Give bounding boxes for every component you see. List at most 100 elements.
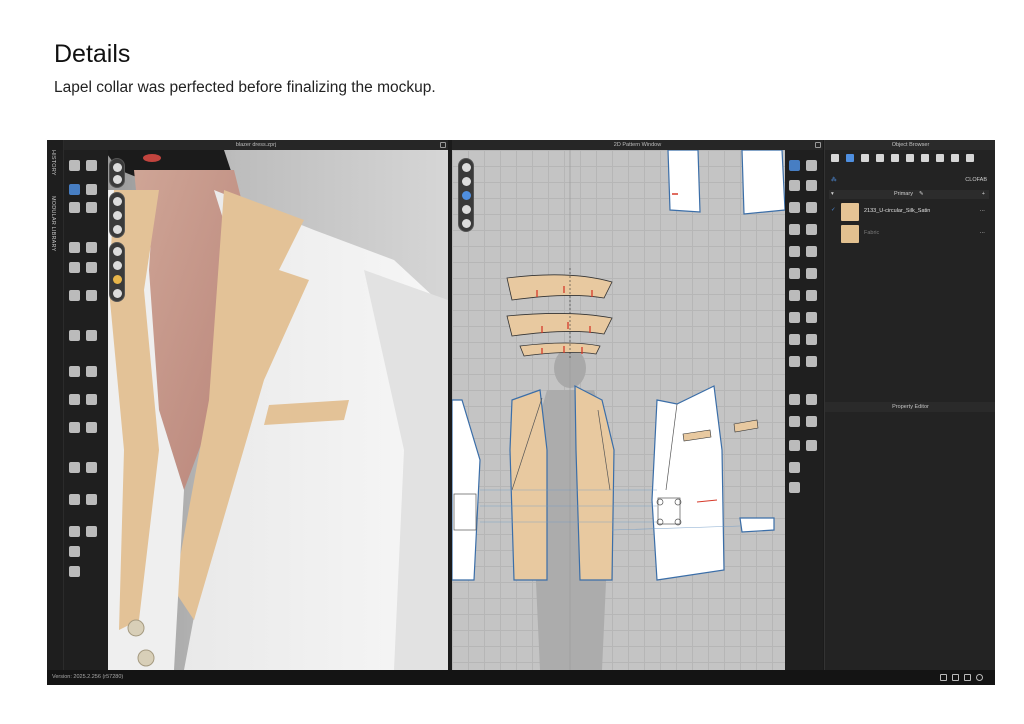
expand-icon[interactable]: ▾ bbox=[831, 190, 834, 199]
fabric-more-icon[interactable]: ··· bbox=[980, 208, 986, 214]
draw-icon[interactable] bbox=[69, 546, 80, 557]
brush-icon[interactable] bbox=[789, 462, 800, 473]
material-icon[interactable] bbox=[951, 154, 959, 162]
pin-icon[interactable] bbox=[69, 202, 80, 213]
view3d-maximize-icon[interactable] bbox=[440, 142, 446, 148]
fill-icon[interactable] bbox=[789, 482, 800, 493]
edit-point-icon[interactable] bbox=[789, 180, 800, 191]
internal-rectangle-icon[interactable] bbox=[806, 224, 817, 235]
topstitch-icon[interactable] bbox=[906, 154, 914, 162]
pattern-grid-icon[interactable] bbox=[806, 440, 817, 451]
fabric-icon[interactable] bbox=[846, 154, 854, 162]
transform-pattern-icon[interactable] bbox=[806, 160, 817, 171]
text-icon[interactable] bbox=[789, 394, 800, 405]
select-mesh-icon[interactable] bbox=[69, 160, 80, 171]
layout-split-icon[interactable] bbox=[952, 674, 959, 681]
graphic-icon[interactable] bbox=[936, 154, 944, 162]
grading-icon[interactable] bbox=[789, 356, 800, 367]
button-icon[interactable] bbox=[876, 154, 884, 162]
refresh-icon[interactable] bbox=[976, 674, 983, 681]
edit-avatar-icon[interactable] bbox=[69, 566, 80, 577]
free-sewing-icon[interactable] bbox=[789, 290, 800, 301]
shrink-icon[interactable] bbox=[86, 462, 97, 473]
length-icon[interactable] bbox=[789, 334, 800, 345]
trim-icon[interactable] bbox=[921, 154, 929, 162]
arrange-icon[interactable] bbox=[69, 290, 80, 301]
strengthen-icon[interactable] bbox=[69, 462, 80, 473]
rectangle-icon[interactable] bbox=[806, 202, 817, 213]
polygon-icon[interactable] bbox=[789, 202, 800, 213]
transform-icon[interactable] bbox=[86, 160, 97, 171]
display-strain-icon[interactable] bbox=[113, 211, 122, 220]
shirring-icon[interactable] bbox=[69, 422, 80, 433]
wrap-icon[interactable] bbox=[806, 416, 817, 427]
lighting-icon[interactable] bbox=[113, 261, 122, 270]
pattern-view-icon[interactable] bbox=[462, 177, 471, 186]
annotation-icon[interactable] bbox=[806, 394, 817, 405]
elastic-icon[interactable] bbox=[86, 422, 97, 433]
texture-icon[interactable] bbox=[86, 394, 97, 405]
button-icon[interactable] bbox=[86, 330, 97, 341]
internal-line-icon[interactable] bbox=[789, 224, 800, 235]
pattern-fabric-icon[interactable] bbox=[462, 219, 471, 228]
edit-pattern-icon[interactable] bbox=[789, 160, 800, 171]
pattern-edit-icon[interactable] bbox=[462, 163, 471, 172]
segment-sewing-icon[interactable] bbox=[806, 268, 817, 279]
topstitch-icon[interactable] bbox=[86, 366, 97, 377]
edit-pencil-icon[interactable]: ✎ bbox=[919, 190, 924, 199]
curve-point-icon[interactable] bbox=[806, 180, 817, 191]
avatar-icon[interactable] bbox=[86, 242, 97, 253]
tape-icon[interactable] bbox=[86, 262, 97, 273]
pleat-icon[interactable] bbox=[86, 526, 97, 537]
seam-allowance-icon[interactable] bbox=[789, 268, 800, 279]
view-garment-icon[interactable] bbox=[113, 175, 122, 184]
history-tab[interactable]: HISTORY bbox=[50, 150, 56, 176]
text-edit-icon[interactable] bbox=[789, 416, 800, 427]
trace-icon[interactable] bbox=[806, 312, 817, 323]
ruler-icon[interactable] bbox=[806, 334, 817, 345]
display-avatar-icon[interactable] bbox=[113, 225, 122, 234]
pattern-icon[interactable] bbox=[861, 154, 869, 162]
tack-icon[interactable] bbox=[69, 242, 80, 253]
puckering-icon[interactable] bbox=[69, 366, 80, 377]
line-fold-icon[interactable] bbox=[69, 526, 80, 537]
view2d-maximize-icon[interactable] bbox=[815, 142, 821, 148]
pattern-info-icon[interactable] bbox=[462, 191, 471, 200]
light-bulb-icon[interactable] bbox=[113, 275, 122, 284]
sewing-icon[interactable] bbox=[86, 202, 97, 213]
notch-icon[interactable] bbox=[806, 246, 817, 257]
fold-icon[interactable] bbox=[86, 184, 97, 195]
environment-icon[interactable] bbox=[113, 289, 122, 298]
fold-arrangement-icon[interactable] bbox=[789, 312, 800, 323]
pattern-layers-icon[interactable] bbox=[462, 205, 471, 214]
avatar-tab-icon[interactable] bbox=[966, 154, 974, 162]
display-texture-icon[interactable] bbox=[113, 197, 122, 206]
bond-icon[interactable] bbox=[86, 494, 97, 505]
layout-triple-icon[interactable] bbox=[964, 674, 971, 681]
modular-library-tab[interactable]: MODULAR LIBRARY bbox=[50, 196, 56, 251]
fabric-more-icon[interactable]: ··· bbox=[980, 230, 986, 236]
trim-icon[interactable] bbox=[86, 290, 97, 301]
pattern-list-icon[interactable] bbox=[789, 440, 800, 451]
buttonhole-icon[interactable] bbox=[891, 154, 899, 162]
list-icon[interactable] bbox=[831, 154, 839, 162]
colorway-group-row[interactable]: ▾ Primary ✎ + bbox=[829, 190, 989, 199]
fabric-item[interactable]: Fabric ··· bbox=[829, 224, 989, 244]
dart-icon[interactable] bbox=[789, 246, 800, 257]
layout-single-icon[interactable] bbox=[940, 674, 947, 681]
check-sewing-icon[interactable] bbox=[806, 290, 817, 301]
fabric-item[interactable]: ✓ 2133_U-circular_Silk_Satin ··· bbox=[829, 202, 989, 222]
zipper-icon[interactable] bbox=[69, 330, 80, 341]
add-fabric-icon[interactable]: + bbox=[982, 190, 985, 199]
symmetry-icon[interactable] bbox=[806, 356, 817, 367]
measure-icon[interactable] bbox=[69, 262, 80, 273]
clofab-label[interactable]: CLOFAB bbox=[965, 176, 987, 185]
graphic-icon[interactable] bbox=[69, 394, 80, 405]
2d-pattern-viewport[interactable] bbox=[452, 150, 785, 670]
select-move-icon[interactable] bbox=[69, 184, 80, 195]
seam-taping-icon[interactable] bbox=[69, 494, 80, 505]
view-avatar-icon[interactable] bbox=[113, 163, 122, 172]
3d-toolbar bbox=[64, 150, 108, 670]
render-mode-icon[interactable] bbox=[113, 247, 122, 256]
sort-icon[interactable]: ⁂ bbox=[831, 176, 837, 185]
